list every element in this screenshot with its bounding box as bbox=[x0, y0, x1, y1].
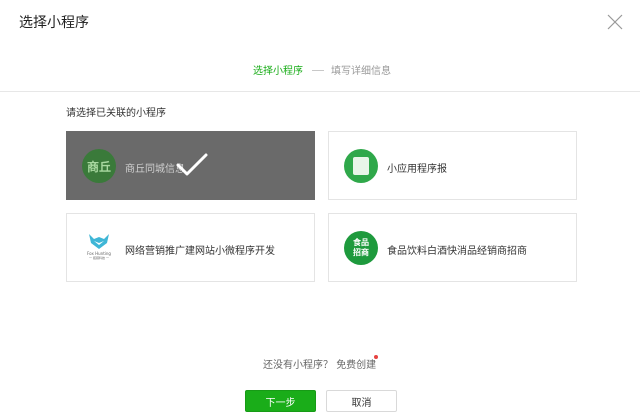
app-card-shipin[interactable]: 食品 招商 食品饮料白酒快消品经销商招商 bbox=[328, 213, 577, 282]
next-button[interactable]: 下一步 bbox=[245, 390, 316, 412]
app-logo: 食品 招商 bbox=[344, 231, 378, 265]
app-logo-inner bbox=[353, 157, 369, 175]
app-card-shangqiu[interactable]: 商丘 商丘同城信息 bbox=[66, 131, 315, 200]
step-separator bbox=[312, 70, 324, 71]
fox-logo: Fox Hunting 一 狐猎科技 一 bbox=[82, 231, 116, 265]
free-create-link[interactable]: 免费创建 bbox=[336, 360, 376, 371]
close-icon[interactable] bbox=[605, 12, 625, 32]
logo-text-line1: 食品 bbox=[353, 238, 369, 247]
app-card-fox-hunting[interactable]: Fox Hunting 一 狐猎科技 一 网络营销推广建网站小微程序开发 bbox=[66, 213, 315, 282]
app-name: 网络营销推广建网站小微程序开发 bbox=[125, 246, 275, 257]
app-logo: 商丘 bbox=[82, 149, 116, 183]
fox-logo-subtext: 一 狐猎科技 一 bbox=[89, 256, 109, 260]
step-indicator: 选择小程序 填写详细信息 bbox=[0, 62, 640, 78]
app-name: 小应用程序报 bbox=[387, 164, 447, 175]
logo-text-line2: 招商 bbox=[353, 248, 369, 257]
dialog-title: 选择小程序 bbox=[19, 15, 89, 31]
step-select-app: 选择小程序 bbox=[253, 66, 303, 77]
new-badge bbox=[374, 355, 378, 359]
fox-logo-text: Fox Hunting 一 狐猎科技 一 bbox=[82, 251, 116, 260]
fox-icon bbox=[89, 234, 109, 249]
no-app-question: 还没有小程序？ bbox=[263, 360, 333, 371]
select-prompt: 请选择已关联的小程序 bbox=[66, 108, 166, 119]
app-name: 食品饮料白酒快消品经销商招商 bbox=[387, 246, 527, 257]
no-app-hint: 还没有小程序？ 免费创建 bbox=[263, 356, 376, 371]
header-divider bbox=[0, 91, 640, 92]
app-card-xiaoying[interactable]: 小应用程序报 bbox=[328, 131, 577, 200]
step-fill-details: 填写详细信息 bbox=[331, 66, 391, 77]
checkmark-icon bbox=[176, 153, 208, 176]
cancel-button[interactable]: 取消 bbox=[326, 390, 397, 412]
app-logo bbox=[344, 149, 378, 183]
